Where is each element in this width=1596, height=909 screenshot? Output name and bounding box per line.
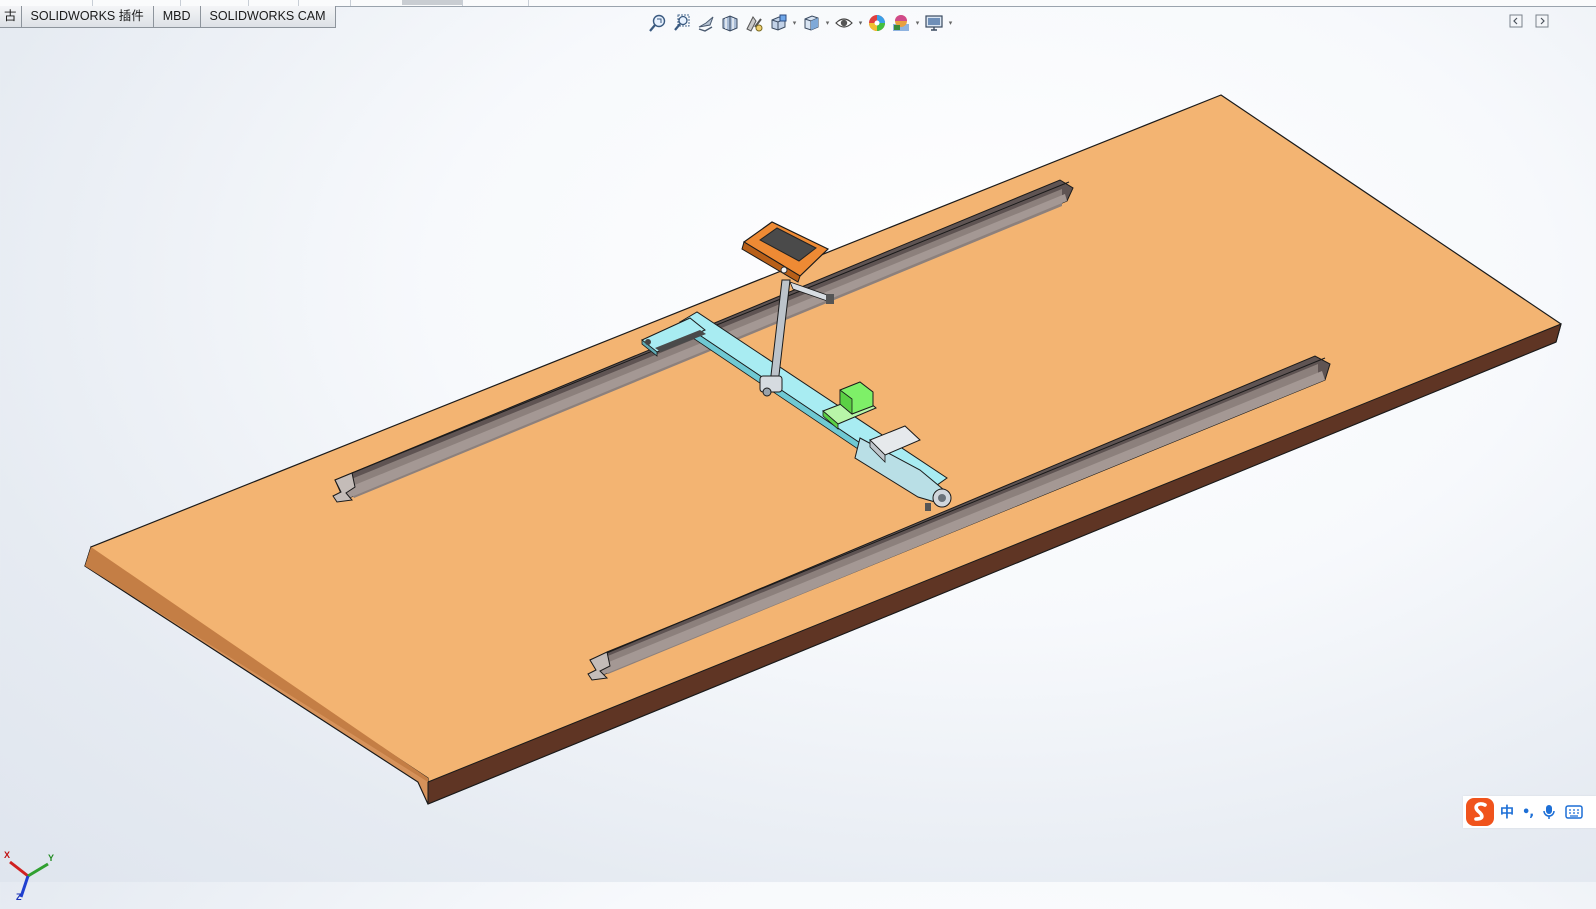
view-settings-dropdown-icon[interactable]: ▾ (946, 19, 955, 27)
graphics-area[interactable]: X Y Z (0, 30, 1596, 902)
hide-show-dropdown-icon[interactable]: ▾ (856, 19, 865, 27)
ime-language-toggle[interactable]: 中 (1500, 802, 1514, 822)
ime-punctuation-toggle[interactable]: •, (1522, 805, 1534, 820)
view-orientation-dropdown-icon[interactable]: ▾ (790, 19, 799, 27)
keyboard-icon[interactable] (1565, 805, 1583, 819)
tab-solidworks-addins[interactable]: SOLIDWORKS 插件 (21, 6, 154, 28)
expand-right-panel-icon[interactable] (1535, 14, 1549, 28)
tab-solidworks-cam[interactable]: SOLIDWORKS CAM (200, 6, 336, 28)
triad-x-label: X (4, 850, 11, 860)
reference-triad: X Y Z (2, 842, 58, 904)
collapse-left-panel-icon[interactable] (1509, 14, 1523, 28)
microphone-icon[interactable] (1542, 804, 1556, 820)
assembly-model (84, 94, 1562, 805)
command-manager-tabs: 古 SOLIDWORKS 插件 MBD SOLIDWORKS CAM (0, 6, 336, 28)
display-style-dropdown-icon[interactable]: ▾ (823, 19, 832, 27)
base-plate (84, 94, 1562, 805)
apply-scene-dropdown-icon[interactable]: ▾ (913, 19, 922, 27)
triad-y-label: Y (48, 853, 55, 863)
triad-axes-icon (9, 860, 49, 898)
tab-mbd[interactable]: MBD (153, 6, 201, 28)
triad-z-label: Z (16, 892, 22, 902)
active-tab-indicator (402, 0, 462, 5)
tab-evaluate[interactable]: 古 (0, 6, 22, 28)
ime-toolbar: 中 •, (1463, 796, 1596, 828)
sogou-logo-icon[interactable] (1465, 797, 1495, 827)
